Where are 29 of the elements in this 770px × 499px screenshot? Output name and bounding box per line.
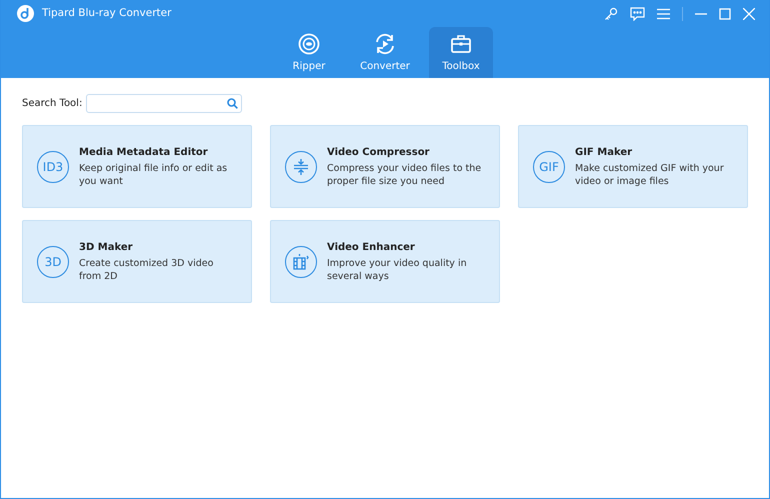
tool-card[interactable]: Video Enhancer Improve your video quality in several ways bbox=[270, 220, 500, 303]
toolbox-icon bbox=[450, 33, 472, 55]
tool-card[interactable]: GIF GIF Maker Make customized GIF with your video or image files bbox=[518, 125, 748, 208]
tool-card[interactable]: 3D 3D Maker Create customized 3D video from 2D bbox=[22, 220, 252, 303]
tab[interactable]: Toolbox bbox=[429, 27, 493, 78]
tool-title: 3D Maker bbox=[79, 241, 134, 256]
search-field[interactable] bbox=[86, 94, 242, 113]
tool-title: Video Compressor bbox=[327, 146, 430, 160]
tool-icon: ID3 bbox=[37, 150, 69, 182]
tool-description: Keep original file info or edit as you want bbox=[79, 163, 228, 188]
tool-description: Make customized GIF with your video or image files bbox=[575, 163, 725, 188]
tool-card[interactable]: Video Compressor Compress your video files to the proper file size you need bbox=[270, 125, 500, 208]
disc-icon bbox=[298, 33, 320, 55]
tool-title: Media Metadata Editor bbox=[79, 146, 209, 160]
tool-description: Create customized 3D video from 2D bbox=[79, 258, 214, 283]
tool-description: Compress your video files to the proper file size you need bbox=[327, 163, 482, 188]
convert-icon bbox=[374, 33, 396, 55]
search-icon[interactable] bbox=[227, 98, 238, 109]
tool-card[interactable]: ID3 Media Metadata Editor Keep original file info or edit as you want bbox=[22, 125, 252, 208]
tool-icon: 3D bbox=[37, 246, 69, 278]
film-icon bbox=[285, 246, 317, 278]
compress-icon bbox=[285, 150, 317, 182]
tool-icon: GIF bbox=[533, 150, 565, 182]
app-logo-icon bbox=[17, 5, 34, 22]
search-label: Search Tool: bbox=[22, 97, 82, 111]
window-title: Tipard Blu-ray Converter bbox=[42, 6, 172, 21]
tool-title: Video Enhancer bbox=[327, 241, 416, 256]
tool-title: GIF Maker bbox=[575, 146, 634, 160]
tool-description: Improve your video quality in several ways bbox=[327, 258, 468, 283]
